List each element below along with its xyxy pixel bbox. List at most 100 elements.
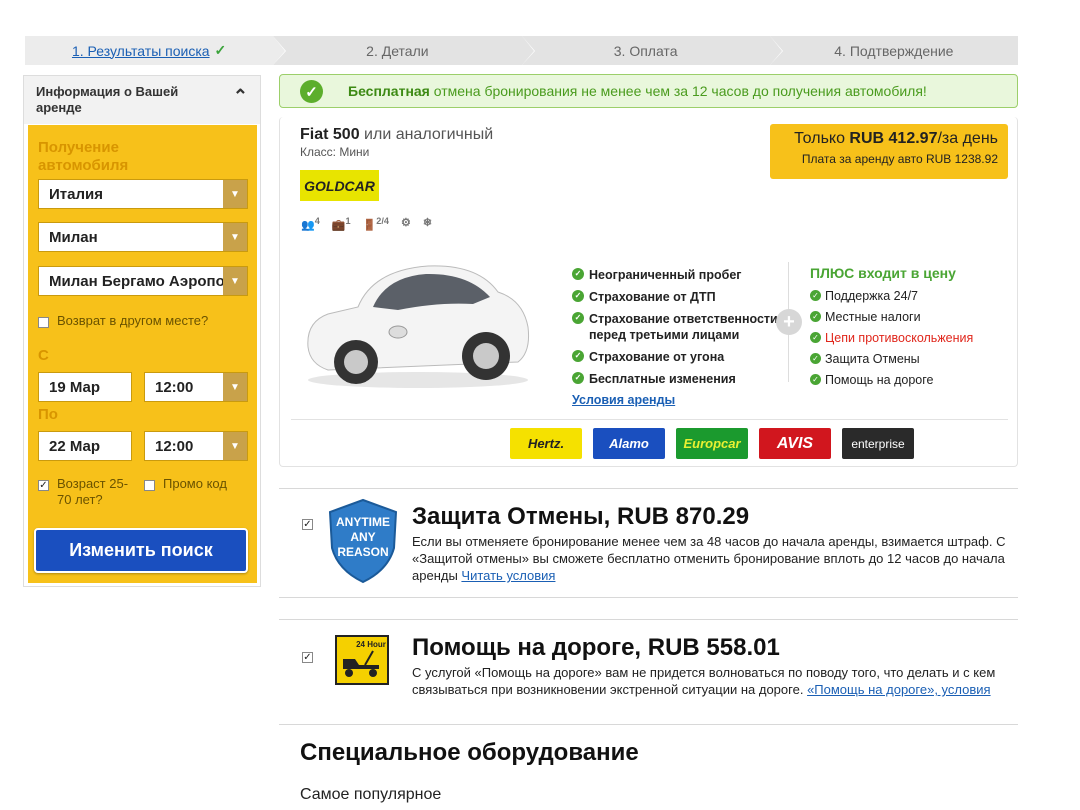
feature-item: Страхование от ДТП	[572, 289, 716, 305]
step-label: 3. Оплата	[613, 42, 678, 59]
step-label: 2. Детали	[366, 42, 429, 59]
badge-text: ANYTIME	[336, 515, 390, 529]
feature-item: Бесплатные изменения	[572, 371, 736, 387]
seats-count: 4	[314, 216, 320, 226]
enterprise-logo: enterprise	[842, 428, 914, 459]
car-image	[307, 265, 529, 388]
price-box: Только RUB 412.97/за день Плата за аренд…	[770, 124, 1008, 179]
from-time-select[interactable]: 12:00 ▼	[144, 372, 248, 402]
air-conditioning-icon: ❄	[422, 217, 433, 229]
chevron-down-icon: ▼	[223, 267, 247, 295]
feature-item: Страхование от угона	[572, 349, 724, 365]
price-prefix: Только	[794, 130, 850, 147]
age-label: Возраст 25-70 лет?	[57, 476, 129, 507]
tow-truck-icon: 24 Hour	[335, 635, 389, 685]
roadside-text: С услугой «Помощь на дороге» вам не прид…	[412, 664, 1012, 698]
protection-title: Защита Отмены, RUB 870.29	[412, 503, 750, 530]
banner-text: отмена бронирования не менее чем за 12 ч…	[429, 83, 927, 99]
bag-icon: 💼1	[331, 216, 351, 232]
from-date-value: 19 Мар	[49, 379, 101, 396]
age-checkbox[interactable]: ✓	[38, 480, 49, 491]
step-confirmation: 4. Подтверждение	[769, 36, 1018, 65]
to-label: По	[38, 406, 58, 423]
seats-icon: 👥4	[301, 216, 320, 232]
goldcar-logo: GOLDCAR	[300, 170, 379, 201]
divider	[279, 724, 1018, 725]
divider	[279, 619, 1018, 620]
chevron-up-icon[interactable]: ⌃	[233, 87, 248, 105]
car-class: Класс: Мини	[300, 145, 370, 159]
promo-checkbox[interactable]	[144, 480, 155, 491]
roadside-terms-link[interactable]: «Помощь на дороге», условия	[807, 682, 991, 697]
pickup-label: Получение автомобиля	[38, 139, 129, 174]
avis-logo: AVIS	[759, 428, 831, 459]
plus-item: Местные налоги	[810, 309, 921, 325]
plus-icon: +	[776, 309, 802, 335]
banner-bold: Бесплатная	[348, 83, 430, 99]
from-date-input[interactable]: 19 Мар	[38, 372, 132, 402]
plus-included-title: ПЛЮС входит в цену	[810, 265, 956, 281]
check-circle-icon: ✓	[300, 80, 323, 103]
search-form: Получение автомобиля Италия ▼ Милан ▼ Мила…	[28, 125, 257, 583]
shield-icon: ANYTIME ANY REASON	[328, 498, 398, 584]
badge-text: ANY	[350, 530, 375, 544]
car-specs: 👥4 💼1 🚪2/4 ⚙ ❄	[301, 216, 432, 232]
chevron-down-icon: ▼	[223, 223, 247, 251]
read-terms-link[interactable]: Читать условия	[461, 568, 555, 583]
location-value: Милан Бергамо Аэропорт	[49, 273, 242, 290]
feature-item: Страхование ответственности перед третьи…	[572, 311, 782, 343]
city-value: Милан	[49, 229, 98, 246]
return-other-label: Возврат в другом месте?	[57, 313, 209, 328]
to-time-value: 12:00	[155, 438, 194, 455]
plus-item: Поддержка 24/7	[810, 288, 918, 304]
price-per-day: Только RUB 412.97/за день	[780, 130, 998, 148]
car-similar: или аналогичный	[359, 126, 494, 143]
free-cancellation-banner: ✓ Бесплатная отмена бронирования не мене…	[279, 74, 1018, 108]
divider	[291, 419, 1008, 420]
return-other-checkbox[interactable]	[38, 317, 49, 328]
check-icon: ✓	[214, 42, 227, 58]
to-time-select[interactable]: 12:00 ▼	[144, 431, 248, 461]
country-value: Италия	[49, 186, 103, 203]
equipment-title: Специальное оборудование	[300, 739, 639, 766]
hertz-logo: Hertz.	[510, 428, 582, 459]
alamo-logo: Alamo	[593, 428, 665, 459]
plus-item: Защита Отмены	[810, 351, 920, 367]
protection-checkbox[interactable]: ✓	[302, 519, 313, 530]
europcar-logo: Europcar	[676, 428, 748, 459]
location-select[interactable]: Милан Бергамо Аэропорт ▼	[38, 266, 248, 296]
divider	[279, 597, 1018, 598]
step-payment: 3. Оплата	[521, 36, 783, 65]
chevron-down-icon: ▼	[223, 180, 247, 208]
feature-item: Неограниченный пробег	[572, 267, 741, 283]
country-select[interactable]: Италия ▼	[38, 179, 248, 209]
chevron-down-icon: ▼	[223, 373, 247, 401]
bags-count: 1	[345, 216, 351, 226]
rental-terms-link[interactable]: Условия аренды	[572, 393, 675, 407]
sidebar-title: Информация о Вашей аренде	[36, 84, 179, 115]
roadside-title: Помощь на дороге, RUB 558.01	[412, 634, 780, 661]
plus-item: Цепи противоскольжения	[810, 330, 973, 346]
city-select[interactable]: Милан ▼	[38, 222, 248, 252]
car-title: Fiat 500 или аналогичный	[300, 126, 493, 144]
from-time-value: 12:00	[155, 379, 194, 396]
to-date-value: 22 Мар	[49, 438, 101, 455]
badge-text: REASON	[337, 545, 388, 559]
step-details: 2. Детали	[273, 36, 534, 65]
step-search-results[interactable]: 1. Результаты поиска ✓	[25, 36, 286, 65]
plus-item: Помощь на дороге	[810, 372, 933, 388]
to-date-input[interactable]: 22 Мар	[38, 431, 132, 461]
price-total: Плата за аренду авто RUB 1238.92	[801, 152, 998, 166]
rental-info-sidebar: Информация о Вашей аренде ⌃ Получение ав…	[23, 75, 261, 587]
divider	[279, 488, 1018, 489]
equipment-subtitle: Самое популярное	[300, 786, 442, 803]
doors-count: 2/4	[376, 216, 390, 226]
roadside-checkbox[interactable]: ✓	[302, 652, 313, 663]
door-icon: 🚪2/4	[362, 216, 390, 232]
manual-gear-icon: ⚙	[401, 217, 411, 229]
step-label[interactable]: 1. Результаты поиска	[72, 43, 210, 59]
change-search-button[interactable]: Изменить поиск	[34, 528, 248, 573]
roadside-badge-text: 24 Hour	[356, 640, 386, 649]
step-label: 4. Подтверждение	[834, 42, 954, 59]
sidebar-header[interactable]: Информация о Вашей аренде ⌃	[24, 76, 260, 124]
